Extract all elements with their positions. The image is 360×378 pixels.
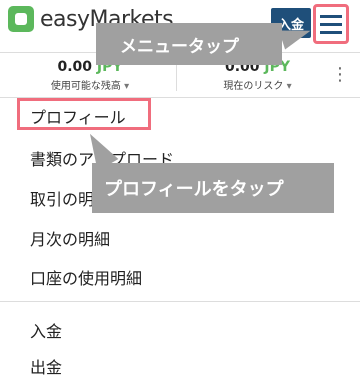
menu-item-monthly-statement[interactable]: 月次の明細 [30, 226, 110, 250]
tooltip-menu-tap: メニュータップ [96, 23, 282, 65]
logo-icon [8, 6, 34, 32]
hamburger-menu-icon[interactable] [313, 4, 349, 44]
menu-divider [0, 301, 360, 302]
menu-item-account-usage[interactable]: 口座の使用明細 [30, 265, 142, 289]
tooltip-profile-tap: プロフィールをタップ [92, 163, 334, 213]
menu-item-withdraw[interactable]: 出金 [30, 354, 62, 378]
more-vertical-icon[interactable]: ⋮ [331, 66, 349, 84]
available-balance-label: 使用可能な残高 [30, 77, 150, 92]
current-risk-label: 現在のリスク [200, 77, 315, 92]
available-balance-value: 0.00 [57, 59, 93, 75]
divider [176, 61, 177, 91]
profile-highlight [17, 98, 151, 130]
menu-item-deposit[interactable]: 入金 [30, 318, 62, 342]
